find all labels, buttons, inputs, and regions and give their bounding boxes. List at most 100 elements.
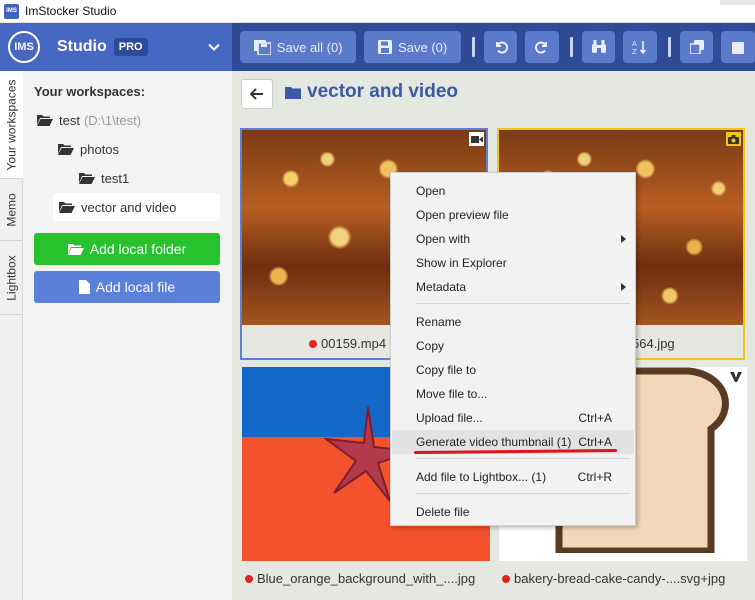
svg-text:Z: Z [632, 48, 637, 55]
folder-open-icon [59, 202, 75, 213]
undo-icon [495, 41, 508, 54]
tree-item-label: test [59, 112, 80, 128]
file-name-text: bakery-bread-cake-candy-....svg+jpg [514, 571, 726, 586]
add-local-folder-button[interactable]: Add local folder [34, 233, 220, 265]
submenu-arrow-icon [621, 283, 626, 291]
menu-separator [416, 458, 630, 459]
menu-item-open-preview-file[interactable]: Open preview file [392, 203, 634, 227]
menu-item-copy-file-to[interactable]: Copy file to [392, 358, 634, 382]
sidebar: Your workspaces: test (D:\1\test) photos… [23, 71, 232, 600]
menu-separator [416, 303, 630, 304]
camera-icon [726, 132, 741, 146]
workspaces-title: Your workspaces: [34, 84, 146, 99]
copy-icon [689, 40, 704, 54]
toolbar-separator [471, 37, 475, 57]
toolbar: Save all (0) Save (0) AZ [232, 23, 755, 71]
svg-text:A: A [632, 40, 637, 48]
menu-item-rename[interactable]: Rename [392, 310, 634, 334]
file-name-text: Blue_orange_background_with_....jpg [257, 571, 476, 586]
menu-item-move-file-to[interactable]: Move file to... [392, 382, 634, 406]
tree-item-test1[interactable]: test1 [79, 164, 129, 192]
tab-your-workspaces[interactable]: Your workspaces [0, 71, 23, 179]
ims-logo: IMS [8, 31, 40, 63]
file-name: 00159.mp4 [309, 336, 386, 351]
save-all-label: Save all (0) [276, 39, 343, 55]
menu-item-label: Delete file [416, 505, 470, 519]
folder-open-icon [58, 144, 74, 155]
tab-lightbox[interactable]: Lightbox [0, 241, 23, 315]
file-name: Blue_orange_background_with_....jpg [245, 571, 475, 586]
menu-item-open[interactable]: Open [392, 179, 634, 203]
back-button[interactable] [241, 79, 273, 109]
save-all-button[interactable]: Save all (0) [240, 31, 357, 63]
paste-icon [732, 42, 745, 54]
file-name-text: 00159.mp4 [321, 336, 387, 351]
folder-open-icon [67, 244, 84, 255]
app-icon: IMS [4, 3, 19, 19]
binoculars-icon [591, 40, 606, 53]
menu-item-label: Add file to Lightbox... (1) [416, 470, 547, 484]
menu-item-delete-file[interactable]: Delete file [392, 500, 634, 524]
brand-name[interactable]: Studio [57, 38, 107, 56]
file-name: bakery-bread-cake-candy-....svg+jpg [502, 571, 725, 586]
save-label: Save (0) [398, 39, 448, 55]
add-local-file-button[interactable]: Add local file [34, 271, 220, 303]
menu-shortcut: Ctrl+R [577, 470, 612, 484]
app-header: IMS Studio PRO Save all (0) Save (0) AZ [0, 23, 755, 71]
menu-item-label: Generate video thumbnail (1) [416, 435, 572, 449]
vector-icon [728, 370, 743, 384]
status-dot [309, 339, 317, 348]
menu-item-metadata[interactable]: Metadata [392, 275, 634, 299]
status-dot [245, 574, 253, 583]
copy-button[interactable] [679, 31, 714, 63]
menu-item-add-file-to-lightbox[interactable]: Add file to Lightbox... (1) Ctrl+R [392, 465, 634, 489]
find-button[interactable] [581, 31, 616, 63]
tree-item-label: test1 [101, 170, 130, 186]
menu-item-label: Upload file... [416, 411, 483, 425]
window-control-edge[interactable] [720, 0, 755, 5]
workspace-path: (D:\1\test) [83, 112, 142, 128]
tree-item-test[interactable]: test (D:\1\test) [37, 106, 141, 134]
window-titlebar: IMS ImStocker Studio [0, 0, 755, 23]
file-name-text: 564.jpg [632, 336, 675, 351]
menu-item-show-in-explorer[interactable]: Show in Explorer [392, 251, 634, 275]
tab-memo[interactable]: Memo [0, 179, 23, 241]
menu-item-label: Copy file to [416, 363, 477, 377]
sort-button[interactable]: AZ [623, 31, 657, 63]
chevron-down-icon[interactable] [207, 40, 221, 54]
folder-icon [285, 86, 301, 99]
toolbar-separator [668, 37, 671, 57]
redo-icon [535, 41, 548, 54]
redo-button[interactable] [525, 31, 559, 63]
menu-item-label: Move file to... [416, 387, 488, 401]
undo-button[interactable] [483, 31, 518, 63]
menu-item-label: Show in Explorer [416, 256, 507, 270]
save-all-icon [253, 39, 271, 55]
menu-item-label: Rename [416, 315, 462, 329]
menu-item-upload-file[interactable]: Upload file... Ctrl+A [392, 406, 634, 430]
folder-open-icon [37, 115, 53, 126]
tree-item-photos[interactable]: photos [58, 135, 119, 163]
context-menu: Open Open preview file Open with Show in… [390, 172, 636, 526]
menu-item-copy[interactable]: Copy [392, 334, 634, 358]
tab-label: Lightbox [4, 254, 19, 301]
save-button[interactable]: Save (0) [364, 31, 461, 63]
vertical-tabs: Your workspaces Memo Lightbox [0, 71, 23, 600]
menu-item-label: Metadata [416, 280, 467, 294]
menu-item-label: Open [416, 184, 446, 198]
menu-item-label: Copy [416, 339, 445, 353]
submenu-arrow-icon [621, 235, 626, 243]
current-folder-title: vector and video [307, 81, 458, 102]
menu-item-open-with[interactable]: Open with [392, 227, 634, 251]
window-title: ImStocker Studio [25, 4, 117, 18]
tree-item-label: photos [80, 141, 120, 157]
tree-item-vector-and-video[interactable]: vector and video [53, 193, 220, 221]
tree-item-label: vector and video [81, 199, 177, 215]
paste-button[interactable] [721, 31, 755, 63]
arrow-left-icon [250, 88, 263, 100]
video-camera-icon [469, 132, 484, 146]
menu-shortcut: Ctrl+A [578, 411, 612, 425]
menu-item-label: Open with [416, 232, 471, 246]
tab-label: Memo [4, 192, 19, 227]
toolbar-separator [569, 37, 573, 57]
